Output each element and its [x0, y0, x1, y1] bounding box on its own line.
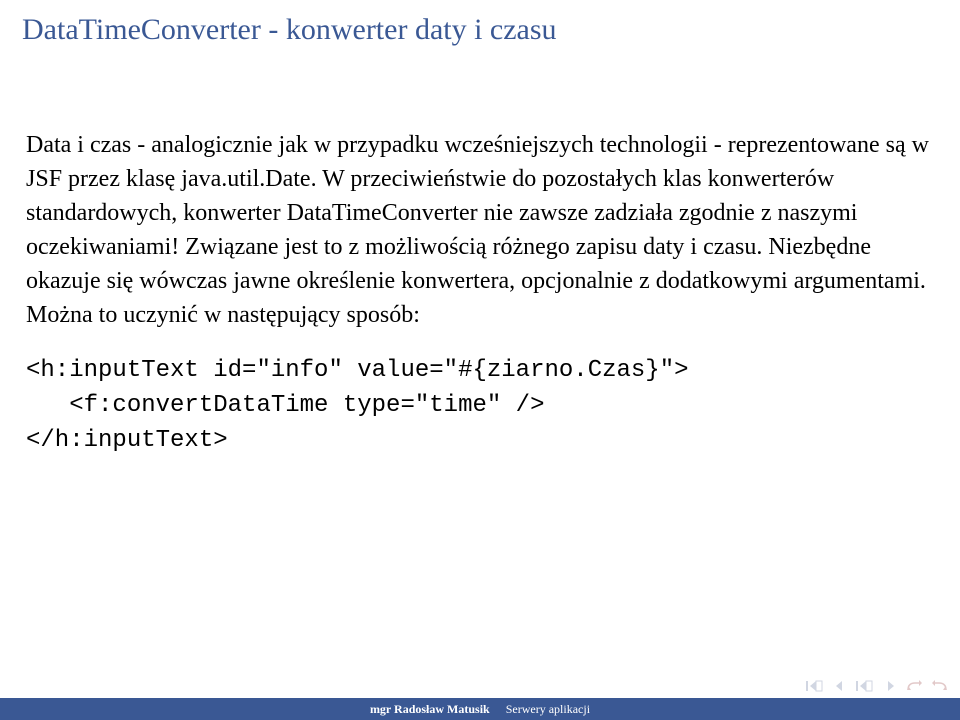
footer-subject: Serwery aplikacji [506, 702, 590, 717]
forward-icon[interactable] [932, 680, 948, 692]
footer-author: mgr Radosław Matusik [370, 702, 490, 717]
slide-title: DataTimeConverter - konwerter daty i cza… [0, 0, 960, 56]
back-icon[interactable] [906, 680, 922, 692]
slide-content: Data i czas - analogicznie jak w przypad… [0, 56, 960, 720]
footer-bar: mgr Radosław Matusik Serwery aplikacji [0, 698, 960, 720]
code-example: <h:inputText id="info" value="#{ziarno.C… [26, 354, 934, 458]
slide: DataTimeConverter - konwerter daty i cza… [0, 0, 960, 720]
nav-icon-row [806, 680, 948, 692]
body-paragraph: Data i czas - analogicznie jak w przypad… [26, 128, 934, 332]
next-section-icon[interactable] [884, 680, 896, 692]
prev-slide-icon[interactable] [834, 680, 846, 692]
prev-section-icon[interactable] [856, 680, 874, 692]
first-slide-icon[interactable] [806, 680, 824, 692]
